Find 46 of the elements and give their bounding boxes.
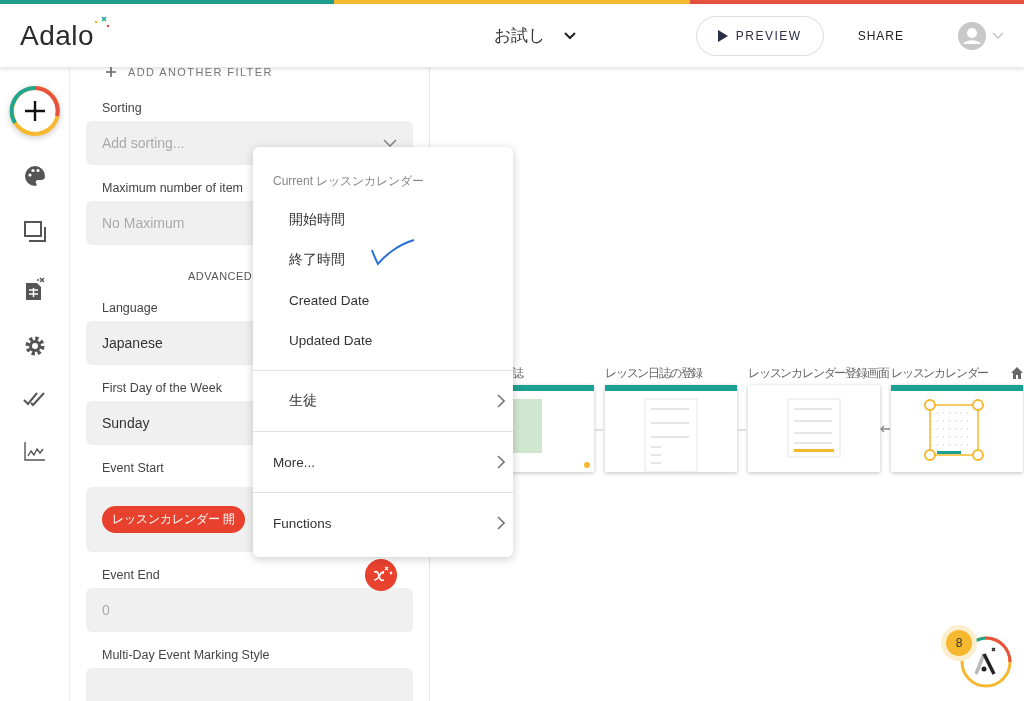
double-check-icon[interactable] [22,391,47,407]
chevron-right-icon [497,516,505,530]
app-name[interactable]: お試し [494,24,545,47]
screen-thumbnail[interactable] [512,385,594,472]
menu-item[interactable]: Functions [253,493,513,553]
sparkle-icon [94,15,111,30]
screen-title[interactable]: レッスンカレンダー登録画面 [748,364,889,382]
connector-line [738,426,747,434]
screen-title[interactable]: レッスンカレンダー [891,364,989,382]
add-button[interactable] [8,85,61,137]
logo[interactable]: Adalo [20,19,95,52]
chevron-down-icon[interactable] [563,30,577,41]
screen-title[interactable]: レッスン日誌の登録 [605,364,703,382]
screens-icon[interactable] [23,221,46,243]
chevron-right-icon [497,455,505,469]
screen-thumbnail[interactable] [605,385,737,472]
settings-icon[interactable] [23,335,46,357]
field-label: Multi-Day Event Marking Style [102,647,270,664]
screen-thumbnail[interactable] [891,385,1023,472]
field-label: Maximum number of item [102,180,243,197]
arrow-left-icon [880,425,891,433]
field-label: Language [102,300,158,317]
connector-line [595,426,604,434]
analytics-icon[interactable] [23,441,46,461]
add-filter-button[interactable]: ADD ANOTHER FILTER [86,65,286,79]
magic-text-chip[interactable]: レッスンカレンダー 開 [102,506,246,533]
plus-icon [106,67,116,77]
magic-text-icon[interactable] [365,559,397,591]
chevron-right-icon [497,394,505,408]
play-icon [717,29,728,42]
screen-thumbnail[interactable] [748,385,880,472]
field-label: Event Start [102,460,164,477]
field-label: Event End [102,567,160,584]
menu-item[interactable]: More... [253,432,513,492]
preview-button[interactable]: PREVIEW [695,15,824,56]
field-label: First Day of the Week [102,380,222,397]
section-heading: ADVANCED [188,269,250,284]
field-label: Sorting [102,100,142,117]
chevron-down-icon [383,138,397,148]
share-button[interactable]: SHARE [851,27,910,44]
selection-handles[interactable] [924,399,984,461]
menu-item[interactable]: Created Date [253,280,513,320]
checkmark-annotation [370,238,416,268]
menu-item[interactable]: 生徒 [253,371,513,431]
menu-heading: Current レッスンカレンダー [272,173,426,190]
palette-icon[interactable] [23,165,46,187]
